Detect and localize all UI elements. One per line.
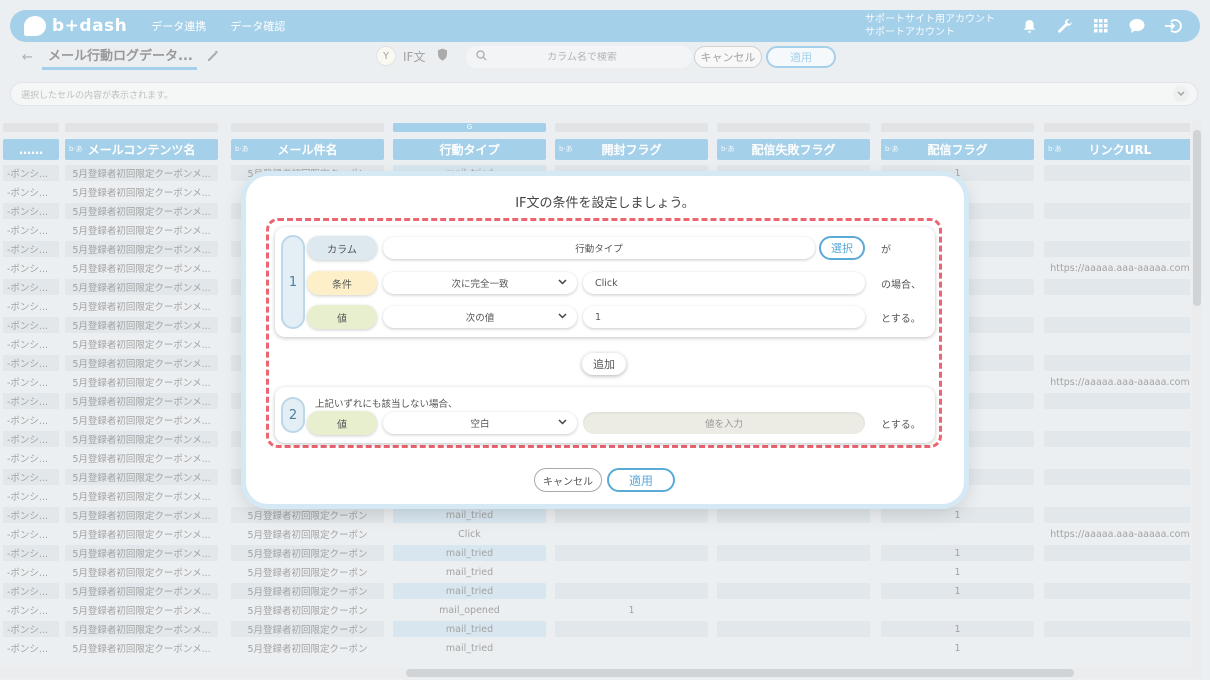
dialog-cancel-button[interactable]: キャンセル	[534, 468, 602, 492]
condition-value-input[interactable]: Click	[583, 272, 865, 294]
chevron-down-icon	[558, 278, 567, 288]
else-value-type-value: 空白	[470, 419, 490, 430]
if-condition-dialog: IF文の条件を設定しましょう。 1 カラム 行動タイプ 選択 が 条件 次に完全…	[246, 176, 964, 504]
value-row: 値 次の値 1 とする。	[307, 305, 921, 329]
else-value-input[interactable]: 値を入力	[583, 412, 865, 434]
select-column-button[interactable]: 選択	[819, 236, 865, 260]
else-number: 2	[281, 397, 305, 433]
else-card: 2 上記いずれにも該当しない場合、 値 空白 値を入力 とする。	[275, 387, 935, 443]
condition-suffix: の場合、	[881, 279, 921, 291]
else-value-label: 値	[307, 411, 377, 435]
else-description: 上記いずれにも該当しない場合、	[315, 399, 458, 410]
condition-row: 条件 次に完全一致 Click の場合、	[307, 271, 921, 295]
else-suffix: とする。	[881, 419, 921, 431]
column-suffix: が	[881, 244, 891, 256]
condition-card: 1 カラム 行動タイプ 選択 が 条件 次に完全一致 Click の場合、 値 …	[275, 227, 935, 337]
dialog-apply-button[interactable]: 適用	[607, 468, 675, 492]
column-row: カラム 行動タイプ 選択 が	[307, 236, 901, 260]
chevron-down-icon	[558, 418, 567, 428]
value-input[interactable]: 1	[583, 306, 865, 328]
dialog-title: IF文の条件を設定しましょう。	[515, 196, 695, 211]
else-value-type-select[interactable]: 空白	[383, 412, 577, 434]
condition-select[interactable]: 次に完全一致	[383, 272, 577, 294]
column-label: カラム	[307, 236, 377, 260]
chevron-down-icon	[558, 312, 567, 322]
conditions-area: 1 カラム 行動タイプ 選択 が 条件 次に完全一致 Click の場合、 値 …	[266, 218, 942, 448]
value-suffix: とする。	[881, 313, 921, 325]
condition-label: 条件	[307, 271, 377, 295]
add-condition-button[interactable]: 追加	[582, 353, 626, 375]
value-label: 値	[307, 305, 377, 329]
condition-select-value: 次に完全一致	[451, 279, 509, 290]
value-type-select[interactable]: 次の値	[383, 306, 577, 328]
value-type-select-value: 次の値	[465, 313, 495, 324]
else-value-row: 値 空白 値を入力 とする。	[307, 411, 921, 435]
column-field[interactable]: 行動タイプ	[383, 237, 815, 259]
condition-number: 1	[281, 235, 305, 329]
